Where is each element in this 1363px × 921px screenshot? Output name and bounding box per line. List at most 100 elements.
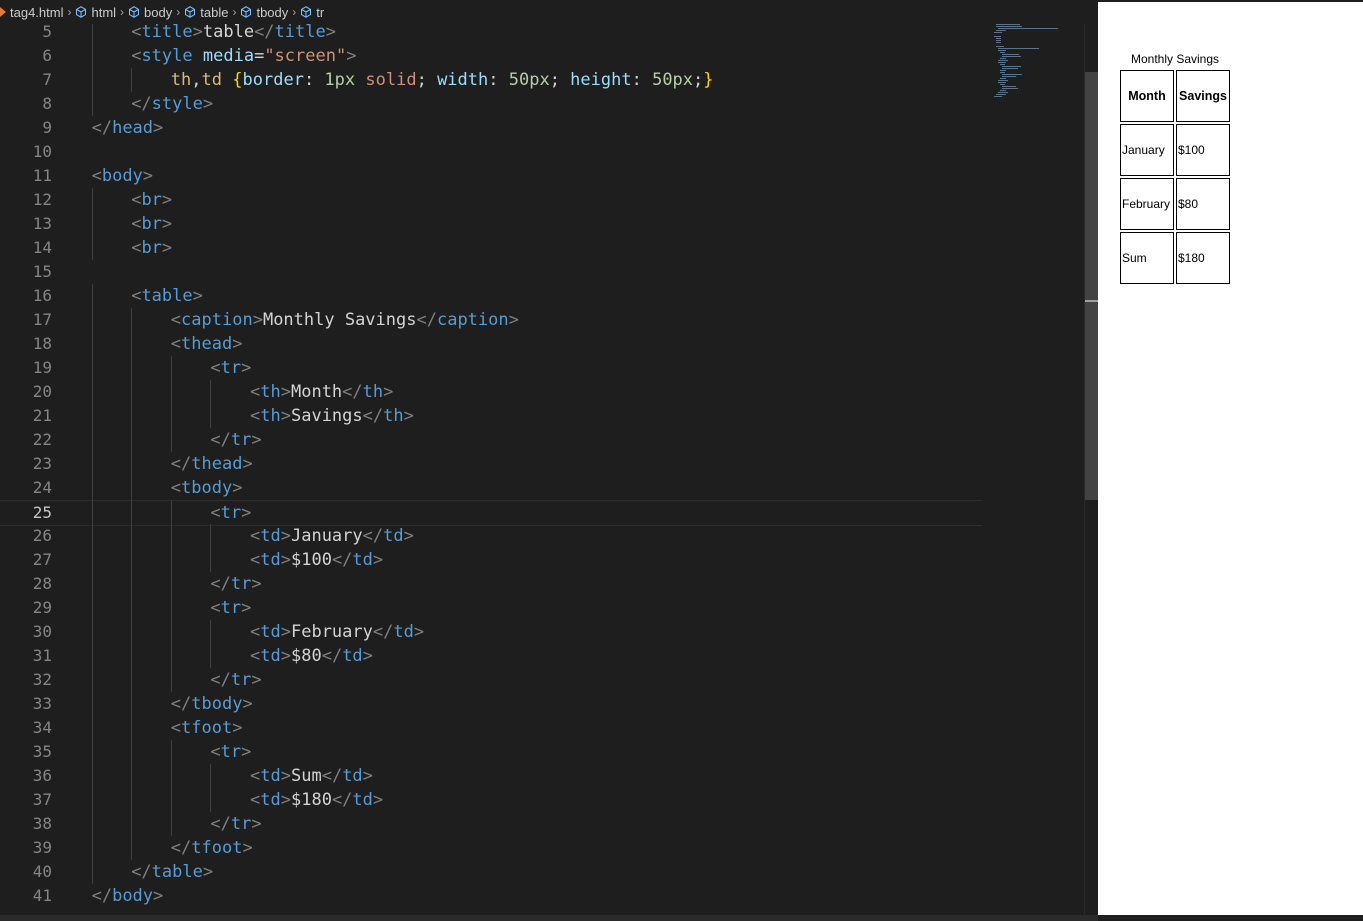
code-line[interactable]: 39 </tfoot> (0, 836, 982, 860)
indent-guide (131, 452, 133, 476)
minimap-line (996, 38, 1001, 39)
indent-guide (210, 644, 212, 668)
code-token: caption (181, 310, 253, 330)
code-line[interactable]: 6 <style media="screen"> (0, 44, 982, 68)
code-text: <td>February</td> (250, 620, 424, 644)
indent-guide (131, 788, 133, 812)
indent-guide (91, 380, 93, 404)
indent-guide (131, 716, 133, 740)
indent-guide (131, 836, 133, 860)
code-line[interactable]: 14 <br> (0, 236, 982, 260)
code-token: td (342, 766, 363, 786)
code-token: > (242, 694, 253, 714)
minimap-line (998, 80, 1008, 81)
code-token: table (141, 286, 193, 306)
indent-guide (170, 380, 172, 404)
code-token: tr (230, 574, 252, 594)
code-line[interactable]: 10 (0, 140, 982, 164)
code-token: </ (416, 310, 437, 330)
code-line[interactable]: 24 <tbody> (0, 476, 982, 500)
minimap-line (996, 30, 1006, 31)
breadcrumb-item[interactable]: html (75, 5, 116, 20)
code-line[interactable]: 21 <th>Savings</th> (0, 404, 982, 428)
code-line[interactable]: 5 <title>table</title> (0, 24, 982, 44)
code-line[interactable]: 30 <td>February</td> (0, 620, 982, 644)
code-line[interactable]: 28 </tr> (0, 572, 982, 596)
breadcrumb-item[interactable]: tbody (240, 5, 288, 20)
minimap[interactable] (982, 24, 1082, 124)
code-token: 50px (652, 70, 694, 90)
code-line[interactable]: 31 <td>$80</td> (0, 644, 982, 668)
code-line[interactable]: 37 <td>$180</td> (0, 788, 982, 812)
code-token: td (201, 70, 223, 90)
code-token: tr (220, 742, 242, 762)
code-token: tr (220, 358, 242, 378)
code-line[interactable]: 12 <br> (0, 188, 982, 212)
code-line[interactable]: 9 </head> (0, 116, 982, 140)
symbol-element-icon (300, 6, 312, 18)
code-line[interactable]: 22 </tr> (0, 428, 982, 452)
code-token: ; (416, 70, 438, 90)
code-line[interactable]: 40 </table> (0, 860, 982, 884)
code-token: ; (549, 70, 571, 90)
code-line[interactable]: 17 <caption>Monthly Savings</caption> (0, 308, 982, 332)
code-line[interactable]: 33 </tbody> (0, 692, 982, 716)
breadcrumb-item[interactable]: body (128, 5, 172, 20)
code-line[interactable]: 18 <thead> (0, 332, 982, 356)
code-token: > (142, 166, 154, 186)
code-line[interactable]: 35 <tr> (0, 740, 982, 764)
breadcrumb-item[interactable]: tr (300, 5, 324, 20)
code-line[interactable]: 7 th,td {border: 1px solid; width: 50px; … (0, 68, 982, 92)
code-line[interactable]: 8 </style> (0, 92, 982, 116)
code-editor[interactable]: 5 <title>table</title> 6 <style media="scre… (0, 24, 1084, 915)
indent-guide (91, 788, 93, 812)
code-line[interactable]: 27 <td>$100</td> (0, 548, 982, 572)
code-line[interactable]: 13 <br> (0, 212, 982, 236)
indent-guide (131, 500, 133, 524)
minimap-line (1002, 76, 1017, 77)
line-number: 36 (32, 766, 52, 785)
code-line[interactable]: 23 </thead> (0, 452, 982, 476)
code-token: Monthly Savings (262, 310, 417, 330)
indent-guide (210, 620, 212, 644)
breadcrumb-item-label: tr (316, 4, 325, 20)
code-line[interactable]: 16 <table> (0, 284, 982, 308)
code-token: </ (170, 454, 192, 474)
minimap-line (1000, 64, 1005, 65)
code-token: thead (191, 454, 243, 474)
breadcrumb-file[interactable]: tag4.html (0, 5, 63, 20)
code-token: </ (210, 430, 231, 450)
horizontal-scrollbar[interactable] (0, 915, 1098, 921)
code-line[interactable]: 15 (0, 260, 982, 284)
code-text: <th>Savings</th> (250, 404, 414, 428)
code-token: , (191, 70, 202, 90)
code-line[interactable]: 19 <tr> (0, 356, 982, 380)
code-line[interactable]: 34 <tfoot> (0, 716, 982, 740)
indent-guide (170, 644, 172, 668)
indent-guide (170, 596, 172, 620)
vertical-scrollbar-thumb[interactable] (1085, 72, 1098, 500)
code-token: td (393, 622, 414, 642)
line-number: 5 (42, 24, 52, 41)
code-line[interactable]: 26 <td>January</td> (0, 524, 982, 548)
code-line[interactable]: 41 </body> (0, 884, 982, 908)
chevron-right-icon: › (67, 5, 72, 19)
code-line[interactable]: 38 </tr> (0, 812, 982, 836)
indent-guide (91, 356, 93, 380)
chevron-right-icon: › (120, 5, 125, 19)
indent-guide (210, 380, 212, 404)
code-token: < (210, 742, 221, 762)
indent-guide (91, 92, 93, 116)
code-line[interactable]: 36 <td>Sum</td> (0, 764, 982, 788)
code-token: < (131, 238, 142, 258)
code-line[interactable]: 20 <th>Month</th> (0, 380, 982, 404)
code-line[interactable]: 25 <tr> (0, 500, 982, 526)
breadcrumb-item[interactable]: table (184, 5, 228, 20)
code-text: <thead> (171, 332, 243, 356)
code-line[interactable]: 32 </tr> (0, 668, 982, 692)
code-token: < (210, 598, 221, 618)
indent-guide (131, 620, 133, 644)
code-token: td (260, 622, 281, 642)
code-line[interactable]: 29 <tr> (0, 596, 982, 620)
code-line[interactable]: 11 <body> (0, 164, 982, 188)
